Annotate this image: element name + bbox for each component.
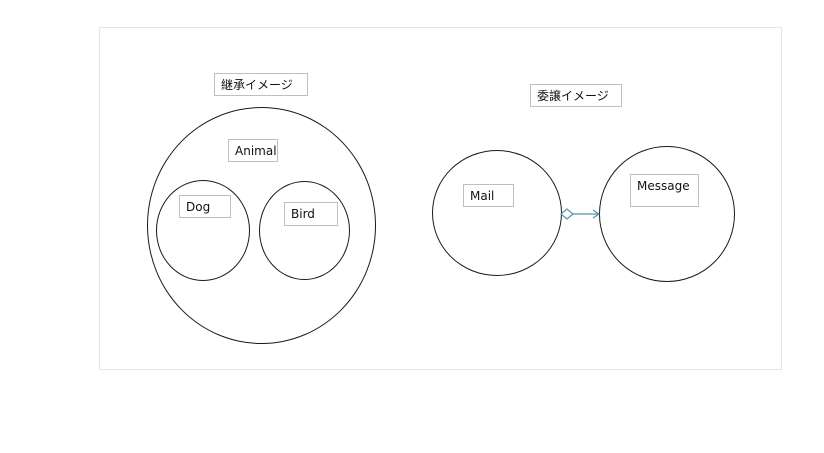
- aggregation-diamond: [560, 208, 574, 220]
- canvas: 継承イメージ Animal Dog Bird 委譲イメージ Mail Messa…: [0, 0, 824, 453]
- aggregation-connector: [560, 208, 601, 220]
